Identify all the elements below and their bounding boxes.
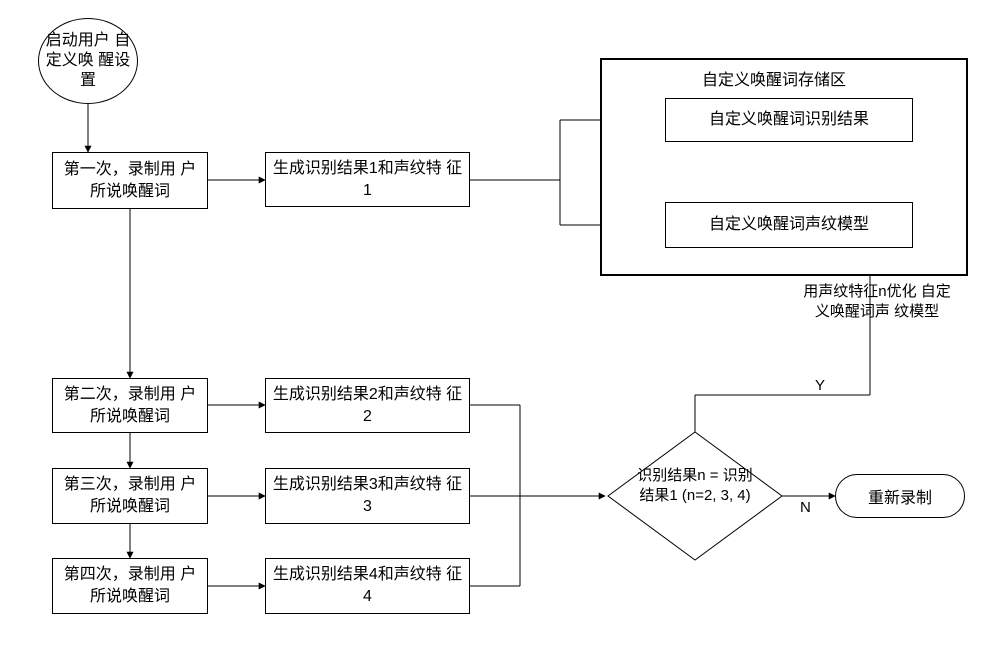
storage-result-box: 自定义唤醒词识别结果: [665, 98, 913, 142]
record-3-box: 第三次，录制用 户所说唤醒词: [52, 468, 208, 524]
branch-no-label: N: [800, 498, 811, 518]
generate-2-label: 生成识别结果2和声纹特 征2: [272, 384, 463, 427]
record-1-box: 第一次，录制用 户所说唤醒词: [52, 152, 208, 209]
rerecord-label: 重新录制: [868, 484, 932, 508]
storage-region-title: 自定义唤醒词存储区: [702, 66, 846, 90]
storage-model-box: 自定义唤醒词声纹模型: [665, 202, 913, 248]
start-terminator: 启动用户 自定义唤 醒设置: [38, 18, 138, 104]
generate-1-label: 生成识别结果1和声纹特 征1: [272, 158, 463, 201]
storage-result-label: 自定义唤醒词识别结果: [709, 109, 869, 131]
start-label: 启动用户 自定义唤 醒设置: [39, 31, 137, 91]
record-2-box: 第二次，录制用 户所说唤醒词: [52, 378, 208, 433]
rerecord-terminator: 重新录制: [835, 474, 965, 518]
branch-yes-label: Y: [815, 376, 825, 396]
record-4-box: 第四次，录制用 户所说唤醒词: [52, 558, 208, 614]
generate-4-label: 生成识别结果4和声纹特 征4: [272, 564, 463, 607]
generate-3-box: 生成识别结果3和声纹特 征3: [265, 468, 470, 524]
record-4-label: 第四次，录制用 户所说唤醒词: [59, 564, 201, 607]
record-2-label: 第二次，录制用 户所说唤醒词: [59, 384, 201, 427]
generate-2-box: 生成识别结果2和声纹特 征2: [265, 378, 470, 433]
generate-1-box: 生成识别结果1和声纹特 征1: [265, 152, 470, 207]
optimize-note: 用声纹特征n优化 自定义唤醒词声 纹模型: [802, 282, 952, 321]
generate-3-label: 生成识别结果3和声纹特 征3: [272, 474, 463, 517]
storage-model-label: 自定义唤醒词声纹模型: [709, 214, 869, 236]
record-3-label: 第三次，录制用 户所说唤醒词: [59, 474, 201, 517]
record-1-label: 第一次，录制用 户所说唤醒词: [59, 159, 201, 202]
decision-text: 识别结果n = 识别结果1 (n=2, 3, 4): [632, 466, 758, 505]
generate-4-box: 生成识别结果4和声纹特 征4: [265, 558, 470, 614]
